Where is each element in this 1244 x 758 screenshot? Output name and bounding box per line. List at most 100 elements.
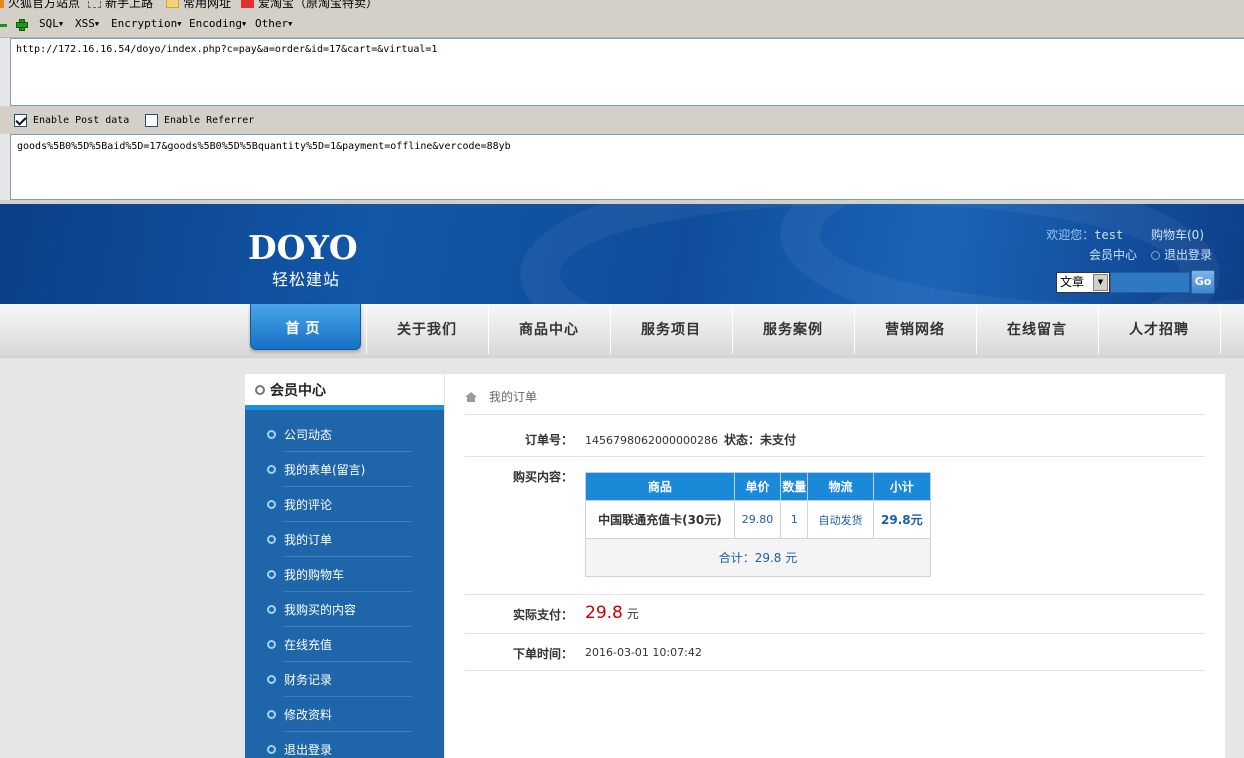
divider: [465, 594, 1205, 595]
divider: [465, 456, 1205, 457]
nav-jobs[interactable]: 人才招聘: [1098, 304, 1220, 354]
sidebar-item-finance[interactable]: 财务记录: [245, 662, 444, 697]
cart-link[interactable]: 购物车(0): [1151, 228, 1204, 242]
home-icon[interactable]: [465, 391, 477, 402]
bullet-icon: [267, 500, 276, 509]
bullet-icon: [267, 465, 276, 474]
nav-marketing[interactable]: 营销网络: [854, 304, 976, 354]
order-status: 状态：未支付: [723, 433, 796, 447]
item-subtotal: 29.8元: [872, 500, 932, 539]
order-items-table: 商品 单价 数量 物流 小计 中国联通充值卡(30元) 29.80 1 自动发货…: [585, 472, 932, 577]
header-links: 会员中心 退出登录: [1089, 246, 1212, 263]
bookmark-taobao[interactable]: 爱淘宝（原淘宝特卖）: [241, 0, 378, 10]
bookmarks-bar: 火狐官方站点 新手上路 常用网址 爱淘宝（原淘宝特卖）: [0, 0, 1244, 10]
plus-icon[interactable]: [16, 19, 28, 31]
sidebar-item-company-news[interactable]: 公司动态: [245, 417, 444, 452]
nav-cases[interactable]: 服务案例: [732, 304, 854, 354]
minus-icon[interactable]: [0, 24, 7, 27]
bookmark-common[interactable]: 常用网址: [166, 0, 231, 10]
actual-pay-value: 29.8 元: [585, 603, 639, 623]
hackbar-post-data-input[interactable]: goods%5B0%5D%5Baid%5D=17&goods%5B0%5D%5B…: [10, 134, 1244, 200]
sidebar-title: 会员中心: [245, 374, 444, 410]
sidebar-item-purchased[interactable]: 我购买的内容: [245, 592, 444, 627]
col-price: 单价: [733, 472, 782, 501]
site-header: DOYO 轻松建站 欢迎您：test 购物车(0) 会员中心 退出登录 文章 ▼ G…: [0, 204, 1244, 304]
sidebar-item-my-cart[interactable]: 我的购物车: [245, 557, 444, 592]
sidebar-item-edit-profile[interactable]: 修改资料: [245, 697, 444, 732]
site-search: 文章 ▼ Go: [1056, 270, 1215, 294]
order-time-value: 2016-03-01 10:07:42: [585, 646, 702, 659]
checkbox-checked-icon[interactable]: [14, 114, 27, 127]
order-no-label: 订单号：: [524, 433, 573, 447]
col-goods: 商品: [585, 472, 735, 501]
breadcrumb: 我的订单: [465, 388, 537, 405]
bookmark-newbie[interactable]: 新手上路: [88, 0, 153, 10]
hackbar-options: Enable Post data Enable Referrer: [0, 106, 1244, 134]
pay-amount: 29.8: [585, 603, 623, 623]
sidebar-item-logout[interactable]: 退出登录: [245, 732, 444, 758]
main-nav: 首页 关于我们 商品中心 服务项目 服务案例 营销网络 在线留言 人才招聘: [0, 304, 1244, 358]
item-qty: 1: [780, 500, 809, 539]
order-time-label: 下单时间：: [512, 647, 573, 661]
divider: [465, 414, 1205, 415]
logout-icon: [1151, 251, 1161, 260]
enable-post-checkbox[interactable]: Enable Post data: [14, 114, 129, 127]
menu-other[interactable]: Other▼: [255, 17, 292, 30]
site-logo[interactable]: DOYO 轻松建站: [248, 231, 358, 290]
item-price: 29.80: [733, 500, 782, 539]
bullet-icon: [267, 675, 276, 684]
table-row: 中国联通充值卡(30元) 29.80 1 自动发货 29.8元: [585, 500, 932, 539]
hackbar-url-input[interactable]: http://172.16.16.54/doyo/index.php?c=pay…: [10, 38, 1244, 106]
enable-referrer-checkbox[interactable]: Enable Referrer: [145, 114, 254, 127]
menu-encoding[interactable]: Encoding▼: [189, 17, 246, 30]
item-name: 中国联通充值卡(30元): [585, 500, 735, 539]
search-input[interactable]: [1110, 271, 1190, 293]
username[interactable]: test: [1094, 228, 1123, 242]
member-center-link[interactable]: 会员中心: [1089, 248, 1137, 262]
sidebar-menu: 公司动态 我的表单(留言) 我的评论 我的订单 我的购物车 我购买的内容 在线充…: [245, 417, 444, 758]
bullet-icon: [267, 640, 276, 649]
order-no-value: 1456798062000000286 状态：未支付: [585, 433, 796, 447]
col-qty: 数量: [780, 472, 809, 501]
sidebar-item-my-comments[interactable]: 我的评论: [245, 487, 444, 522]
welcome-bar: 欢迎您：test 购物车(0): [1046, 228, 1204, 242]
firefox-icon: [0, 0, 4, 8]
page-icon: [88, 0, 101, 8]
item-logistics: 自动发货: [807, 500, 874, 539]
folder-icon: [166, 0, 179, 8]
bullet-icon: [267, 535, 276, 544]
order-total: 合计：29.8 元: [585, 538, 931, 577]
pay-unit: 元: [626, 607, 639, 621]
divider: [465, 633, 1205, 634]
menu-encryption[interactable]: Encryption▼: [111, 17, 181, 30]
nav-services[interactable]: 服务项目: [610, 304, 732, 354]
order-content: 我的订单 订单号： 1456798062000000286 状态：未支付 购买内容…: [445, 374, 1225, 758]
search-type-select[interactable]: 文章 ▼: [1056, 271, 1110, 293]
divider: [465, 670, 1205, 671]
logout-link[interactable]: 退出登录: [1164, 248, 1212, 262]
nav-guestbook[interactable]: 在线留言: [976, 304, 1098, 354]
nav-products[interactable]: 商品中心: [488, 304, 610, 354]
search-go-button[interactable]: Go: [1191, 270, 1215, 294]
bullet-icon: [267, 710, 276, 719]
menu-sql[interactable]: SQL▼: [39, 17, 63, 30]
actual-pay-label: 实际支付：: [512, 608, 573, 622]
circle-icon: [255, 384, 265, 395]
sidebar-item-my-forms[interactable]: 我的表单(留言): [245, 452, 444, 487]
nav-about[interactable]: 关于我们: [366, 304, 488, 354]
dropdown-arrow-icon[interactable]: ▼: [1093, 273, 1108, 291]
dropdown-caret-icon: ▼: [58, 20, 64, 28]
sidebar-item-recharge[interactable]: 在线充值: [245, 627, 444, 662]
bullet-icon: [267, 605, 276, 614]
dropdown-caret-icon: ▼: [288, 20, 293, 28]
dropdown-caret-icon: ▼: [94, 20, 100, 28]
col-logistics: 物流: [807, 472, 874, 501]
menu-xss[interactable]: XSS▼: [75, 17, 99, 30]
checkbox-unchecked-icon[interactable]: [145, 114, 158, 127]
taobao-icon: [241, 0, 254, 8]
bullet-icon: [267, 570, 276, 579]
bookmark-firefox[interactable]: 火狐官方站点: [0, 0, 80, 10]
nav-home[interactable]: 首页: [250, 304, 361, 350]
sidebar-item-my-orders[interactable]: 我的订单: [245, 522, 444, 557]
dropdown-caret-icon: ▼: [177, 20, 182, 28]
